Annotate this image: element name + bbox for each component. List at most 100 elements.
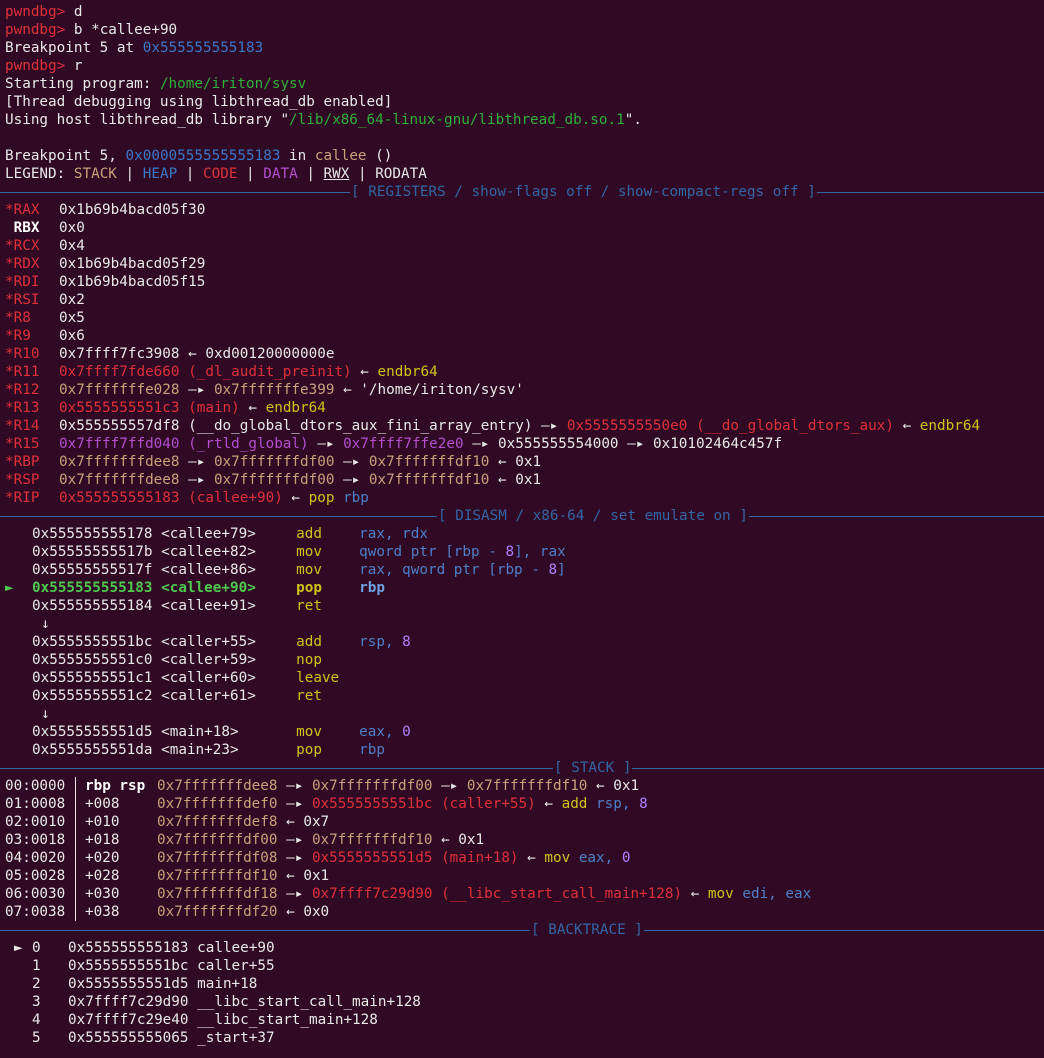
register-label: RCX <box>13 238 40 254</box>
register-label: RBX <box>13 220 40 236</box>
stack-divider <box>75 777 85 795</box>
prompt: pwndbg> <box>5 58 66 74</box>
deref-arrow: ← <box>277 868 304 884</box>
host-lib-path: /lib/x86_64-linux-gnu/libthread_db.so.1 <box>289 112 625 128</box>
disasm-mnemonic: add <box>296 526 322 542</box>
disasm-operand: rsp, <box>359 634 403 650</box>
register-row: *RSI 0x2 <box>5 291 1044 309</box>
disasm-operand: rbp <box>359 580 385 596</box>
stack-pointer: 0x7fffffffdf20 <box>157 904 278 920</box>
stack-divider <box>75 813 85 831</box>
disasm-symbol: <caller+61> <box>161 688 256 704</box>
stack-row: 07:0038 +038 0x7fffffffdf20 ← 0x0 <box>5 903 1044 921</box>
legend-stack: STACK <box>73 166 117 182</box>
current-frame-marker <box>14 993 32 1011</box>
reg-r12: *R12 0x7fffffffe028 —▸ 0x7fffffffe399 ← '… <box>5 382 524 398</box>
stack-offset: +028 <box>85 868 120 884</box>
frame-addr: 0x7ffff7c29e40 <box>68 1012 189 1028</box>
stack-index: 02:0010 <box>5 814 66 830</box>
stack-imm: 8 <box>639 796 648 812</box>
register-value: 0x0 <box>59 220 85 236</box>
disasm-mnemonic: pop <box>296 580 322 596</box>
modified-marker: * <box>5 256 14 272</box>
stack-code-addr: 0x7ffff7c29d90 <box>311 886 433 902</box>
disasm-addr: 0x5555555551d5 <box>32 724 153 740</box>
backtrace-row: 4 0x7ffff7c29e40 __libc_start_main+128 <box>5 1011 1044 1029</box>
disasm-operand-tail: ] <box>557 562 566 578</box>
legend-sep: | <box>177 166 204 182</box>
reg-rsp: *RSP 0x7fffffffdee8 —▸ 0x7fffffffdf00 —▸ … <box>5 472 542 488</box>
registers-title: [ REGISTERS / show-flags off / show-comp… <box>350 183 817 201</box>
disasm-symbol: <main+23> <box>161 742 239 758</box>
legend-sep: | <box>349 166 376 182</box>
disasm-addr: 0x555555555178 <box>32 526 153 542</box>
disasm-operand: rax, rdx <box>359 526 428 542</box>
down-arrow-icon: ↓ <box>41 706 50 722</box>
disasm-row: 0x555555555178 <callee+79> add rax, rdx <box>5 525 1044 543</box>
disasm-symbol: <callee+90> <box>161 580 256 596</box>
reg-rip: *RIP 0x555555555183 (callee+90) ← pop rbp <box>5 490 369 506</box>
stack-chain-value: 0x7fffffffdf10 <box>311 832 433 848</box>
disasm-row: 0x5555555551c1 <caller+60> leave <box>5 669 1044 687</box>
frame-symbol: __libc_start_call_main+128 <box>197 994 421 1010</box>
current-marker <box>5 651 32 669</box>
disasm-addr: 0x5555555551bc <box>32 634 153 650</box>
register-value: 0x1b69b4bacd05f29 <box>59 256 206 272</box>
stack-divider <box>75 849 85 867</box>
modified-marker: * <box>5 202 14 218</box>
reg-r10: *R10 0x7ffff7fc3908 ← 0xd00120000000e <box>5 346 335 362</box>
register-row: *RAX 0x1b69b4bacd05f30 <box>5 201 1044 219</box>
legend-sep: | <box>116 166 143 182</box>
disasm-addr: 0x55555555517b <box>32 544 153 560</box>
deref-arrow: ← <box>535 796 562 812</box>
register-label: R9 <box>13 328 31 344</box>
stack-index: 04:0020 <box>5 850 66 866</box>
disasm-operand: qword ptr [rbp - <box>359 544 506 560</box>
stack-index: 07:0038 <box>5 904 66 920</box>
legend-rodata: RODATA <box>375 166 427 182</box>
stack-offset: +010 <box>85 814 120 830</box>
disasm-row: 0x5555555551bc <caller+55> add rsp, 8 <box>5 633 1044 651</box>
frame-symbol: callee+90 <box>197 940 275 956</box>
current-marker <box>5 723 32 741</box>
legend-rwx: RWX <box>323 166 350 182</box>
register-label: RSI <box>13 292 40 308</box>
stack-divider <box>75 903 85 921</box>
current-marker: ► <box>5 580 14 596</box>
disasm-immediate: 8 <box>548 562 558 578</box>
thread-debug-line: [Thread debugging using libthread_db ena… <box>5 94 393 110</box>
deref-arrow: ← <box>277 904 304 920</box>
frame-symbol: _start+37 <box>197 1030 275 1046</box>
backtrace-row: 1 0x5555555551bc caller+55 <box>5 957 1044 975</box>
stack-value: 0x1 <box>613 778 640 794</box>
pointer-arrow: —▸ <box>277 850 312 866</box>
current-marker <box>5 633 32 651</box>
disasm-row: 0x55555555517b <callee+82> mov qword ptr [… <box>5 543 1044 561</box>
disasm-addr: 0x5555555551da <box>32 742 153 758</box>
register-value: 0x2 <box>59 292 85 308</box>
modified-marker <box>5 220 14 236</box>
bp-hit-suffix: () <box>366 148 393 164</box>
register-value: 0x5 <box>59 310 85 326</box>
stack-code-sym: (__libc_start_call_main+128) <box>432 886 683 902</box>
modified-marker: * <box>5 274 14 290</box>
stack-title: [ STACK ] <box>553 759 633 777</box>
register-label: RDX <box>13 256 40 272</box>
frame-addr: 0x5555555551d5 <box>68 976 189 992</box>
stack-divider <box>75 867 85 885</box>
disasm-addr: 0x5555555551c0 <box>32 652 153 668</box>
stack-chain-value: 0x7fffffffdf10 <box>466 778 588 794</box>
backtrace-row: ► 0 0x555555555183 callee+90 <box>5 939 1044 957</box>
stack-code-addr: 0x5555555551bc <box>311 796 433 812</box>
deref-arrow: ← <box>682 886 708 902</box>
current-marker <box>5 669 32 687</box>
terminal[interactable]: pwndbg> d pwndbg> b *callee+90 Breakpoin… <box>0 0 1044 1047</box>
register-row: *RCX 0x4 <box>5 237 1044 255</box>
stack-ins: mov <box>544 850 571 866</box>
backtrace-header: [ BACKTRACE ] <box>0 921 1044 939</box>
legend-sep: | <box>237 166 264 182</box>
stack-offset: +030 <box>85 886 120 902</box>
pointer-arrow: —▸ <box>277 886 312 902</box>
register-value: 0x1b69b4bacd05f15 <box>59 274 206 290</box>
register-name: *R9 <box>5 327 59 345</box>
